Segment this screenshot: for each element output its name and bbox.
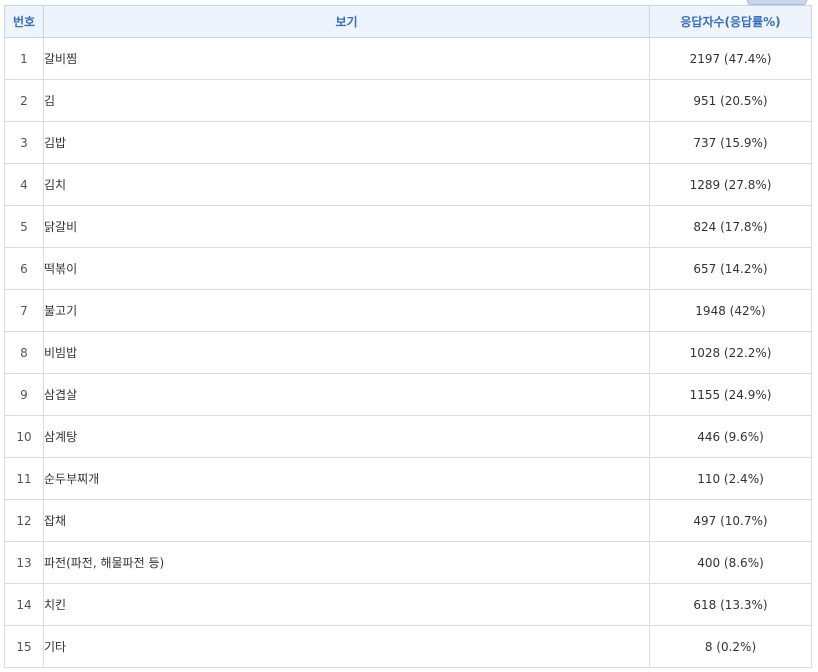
row-option: 순두부찌개 xyxy=(43,457,650,500)
row-responses: 618 (13.3%) xyxy=(649,583,812,626)
header-option: 보기 xyxy=(43,5,650,38)
row-number: 13 xyxy=(4,541,44,584)
table-header-row: 번호 보기 응답자수(응답률%) xyxy=(4,5,812,38)
row-option: 불고기 xyxy=(43,289,650,332)
row-number: 7 xyxy=(4,289,44,332)
row-option: 잡채 xyxy=(43,499,650,542)
row-responses: 110 (2.4%) xyxy=(649,457,812,500)
row-responses: 8 (0.2%) xyxy=(649,625,812,668)
row-option: 김밥 xyxy=(43,121,650,164)
row-number: 9 xyxy=(4,373,44,416)
row-number: 14 xyxy=(4,583,44,626)
row-responses: 1155 (24.9%) xyxy=(649,373,812,416)
row-number: 3 xyxy=(4,121,44,164)
row-responses: 446 (9.6%) xyxy=(649,415,812,458)
row-option: 치킨 xyxy=(43,583,650,626)
row-responses: 1028 (22.2%) xyxy=(649,331,812,374)
row-number: 5 xyxy=(4,205,44,248)
table-row: 5 닭갈비 824 (17.8%) xyxy=(4,205,812,248)
row-option: 삼계탕 xyxy=(43,415,650,458)
survey-results-table: 번호 보기 응답자수(응답률%) 1 갈비찜 2197 (47.4%) 2 김 … xyxy=(4,5,812,668)
row-responses: 497 (10.7%) xyxy=(649,499,812,542)
row-responses: 2197 (47.4%) xyxy=(649,37,812,80)
row-number: 15 xyxy=(4,625,44,668)
table-row: 10 삼계탕 446 (9.6%) xyxy=(4,415,812,458)
row-responses: 951 (20.5%) xyxy=(649,79,812,122)
row-responses: 824 (17.8%) xyxy=(649,205,812,248)
row-option: 파전(파전, 해물파전 등) xyxy=(43,541,650,584)
table-row: 14 치킨 618 (13.3%) xyxy=(4,583,812,626)
table-row: 3 김밥 737 (15.9%) xyxy=(4,121,812,164)
row-option: 삼겹살 xyxy=(43,373,650,416)
row-option: 기타 xyxy=(43,625,650,668)
row-responses: 400 (8.6%) xyxy=(649,541,812,584)
table-row: 6 떡볶이 657 (14.2%) xyxy=(4,247,812,290)
table-row: 1 갈비찜 2197 (47.4%) xyxy=(4,37,812,80)
header-responses: 응답자수(응답률%) xyxy=(649,5,812,38)
row-option: 김치 xyxy=(43,163,650,206)
row-number: 4 xyxy=(4,163,44,206)
row-responses: 1289 (27.8%) xyxy=(649,163,812,206)
table-row: 11 순두부찌개 110 (2.4%) xyxy=(4,457,812,500)
row-option: 김 xyxy=(43,79,650,122)
row-number: 11 xyxy=(4,457,44,500)
table-row: 13 파전(파전, 해물파전 등) 400 (8.6%) xyxy=(4,541,812,584)
row-number: 10 xyxy=(4,415,44,458)
row-option: 닭갈비 xyxy=(43,205,650,248)
table-row: 15 기타 8 (0.2%) xyxy=(4,625,812,668)
header-number: 번호 xyxy=(4,5,44,38)
table-row: 9 삼겹살 1155 (24.9%) xyxy=(4,373,812,416)
row-option: 비빔밥 xyxy=(43,331,650,374)
table-row: 4 김치 1289 (27.8%) xyxy=(4,163,812,206)
row-responses: 1948 (42%) xyxy=(649,289,812,332)
table-row: 2 김 951 (20.5%) xyxy=(4,79,812,122)
row-number: 8 xyxy=(4,331,44,374)
row-option: 떡볶이 xyxy=(43,247,650,290)
row-responses: 737 (15.9%) xyxy=(649,121,812,164)
row-option: 갈비찜 xyxy=(43,37,650,80)
table-row: 12 잡채 497 (10.7%) xyxy=(4,499,812,542)
row-number: 12 xyxy=(4,499,44,542)
row-responses: 657 (14.2%) xyxy=(649,247,812,290)
table-row: 8 비빔밥 1028 (22.2%) xyxy=(4,331,812,374)
row-number: 1 xyxy=(4,37,44,80)
table-row: 7 불고기 1948 (42%) xyxy=(4,289,812,332)
row-number: 6 xyxy=(4,247,44,290)
row-number: 2 xyxy=(4,79,44,122)
